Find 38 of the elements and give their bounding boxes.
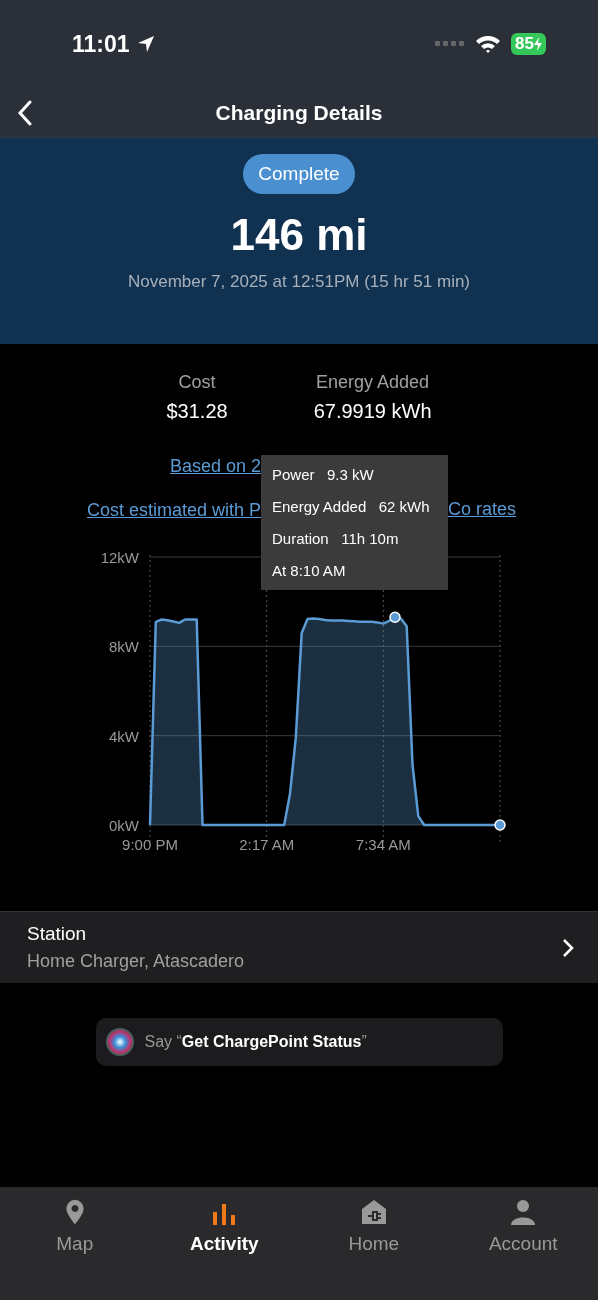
- map-pin-icon: [63, 1199, 86, 1225]
- axis-label: 7:34 AM: [355, 836, 411, 853]
- axis-label: 0kW: [109, 817, 139, 834]
- home-charger-icon: [360, 1199, 387, 1225]
- tooltip-row-text: Duration 11h 10m: [272, 529, 400, 548]
- stat-label: Energy Added: [316, 372, 430, 393]
- bar-chart-icon: [213, 1203, 236, 1225]
- tooltip-time: At 8:10 AM: [272, 561, 347, 580]
- chevron-right-icon[interactable]: [562, 937, 574, 958]
- info-link[interactable]: Co rates: [448, 500, 517, 521]
- info-link[interactable]: Cost estimated with P: [86, 500, 261, 521]
- session-date: November 7, 2025 at 12:51PM (15 hr 51 min): [127, 272, 471, 292]
- tab-button[interactable]: Account: [448, 1199, 598, 1255]
- page-title: Charging Details: [215, 100, 383, 125]
- info-link[interactable]: Based on 2: [169, 456, 261, 477]
- person-icon: [511, 1199, 536, 1225]
- stat-value: $31.28: [166, 400, 228, 423]
- axis-label: 2:17 AM: [239, 836, 295, 853]
- station-name: Home Charger, Atascadero: [27, 951, 246, 972]
- tab-button[interactable]: Home: [299, 1199, 449, 1255]
- clock-time: 11:01: [72, 30, 130, 58]
- battery-indicator: 85: [511, 33, 546, 55]
- axis-label: 4kW: [109, 727, 139, 745]
- signal-icon: [435, 41, 466, 47]
- axis-label: 8kW: [109, 638, 139, 656]
- tooltip-row-text: Energy Added 62 kWh: [272, 497, 431, 516]
- wifi-icon: [475, 34, 502, 54]
- tab-button[interactable]: Activity: [149, 1199, 299, 1255]
- distance-value: 146 mi: [230, 210, 368, 260]
- stat-value: 67.9919 kWh: [313, 400, 432, 423]
- stat-label: Cost: [178, 372, 216, 393]
- tab-button[interactable]: Map: [0, 1199, 150, 1255]
- siri-icon: [104, 1027, 135, 1057]
- axis-label: 12kW: [100, 549, 139, 566]
- axis-label: 9:00 PM: [122, 836, 178, 853]
- status-badge: Complete: [243, 154, 355, 194]
- tooltip-row-text: Power 9.3 kW: [272, 465, 375, 484]
- station-label: Station: [27, 923, 88, 945]
